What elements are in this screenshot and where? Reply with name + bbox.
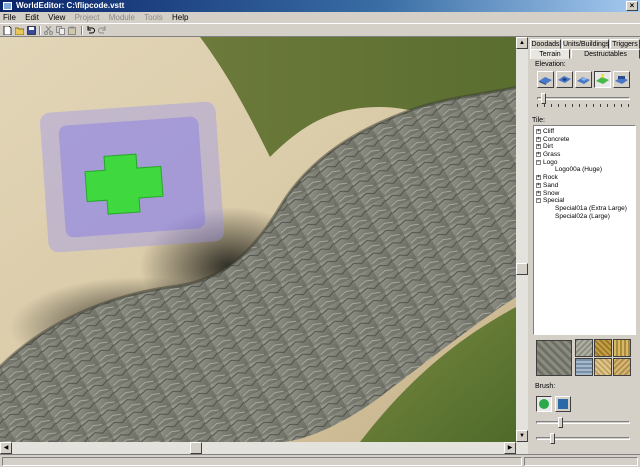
slider-track (536, 421, 630, 424)
terrain-viewport[interactable] (0, 37, 516, 442)
elevation-lower-button[interactable] (556, 71, 573, 88)
tree-row-logo00a[interactable]: Logo00a (Huge) (534, 166, 635, 174)
tile-variant-2[interactable] (594, 339, 612, 357)
elevation-strength-slider[interactable] (537, 93, 630, 107)
tree-row-sand[interactable]: + Sand (534, 182, 635, 190)
terrain-plateau-icon (577, 77, 590, 84)
tree-row-special[interactable]: − Special (534, 197, 635, 205)
tree-row-special01a[interactable]: Special01a (Extra Large) (534, 205, 635, 213)
tile-variant-3[interactable] (613, 339, 631, 357)
redo-icon[interactable] (97, 25, 108, 36)
tree-row-rock[interactable]: + Rock (534, 174, 635, 182)
status-cell-right (524, 457, 638, 466)
slider-track (537, 97, 630, 100)
expand-icon[interactable]: + (536, 175, 541, 181)
brush-size-slider[interactable] (536, 417, 630, 431)
copy-icon[interactable] (55, 25, 66, 36)
expand-icon[interactable]: + (536, 129, 541, 134)
circle-brush-button[interactable] (536, 396, 552, 412)
tile-variant-5[interactable] (594, 358, 612, 376)
slider-knob[interactable] (558, 417, 563, 428)
expand-icon[interactable]: + (536, 182, 541, 188)
tree-row-grass[interactable]: + Grass (534, 151, 635, 159)
status-cell-main (2, 457, 522, 466)
paste-icon[interactable] (67, 25, 78, 36)
new-file-icon[interactable] (2, 25, 13, 36)
tab-destructables[interactable]: Destructables (571, 49, 640, 59)
brush-strength-slider[interactable] (536, 433, 630, 447)
tree-row-dirt[interactable]: + Dirt (534, 143, 635, 151)
tile-variant-1[interactable] (575, 339, 593, 357)
menu-tools[interactable]: Tools (144, 13, 163, 22)
tab-row-top: Doodads Units/Buildings Triggers (530, 39, 640, 49)
square-brush-button[interactable] (555, 396, 571, 412)
tree-row-special02a[interactable]: Special02a (Large) (534, 213, 635, 221)
app-icon (3, 2, 12, 10)
square-brush-icon (558, 399, 568, 409)
collapse-icon[interactable]: − (536, 198, 541, 204)
slider-knob[interactable] (550, 433, 555, 444)
elevation-raise-button[interactable] (537, 71, 554, 88)
tree-row-logo[interactable]: − Logo (534, 159, 635, 167)
tab-terrain[interactable]: Terrain (530, 49, 570, 59)
tile-variant-4[interactable] (575, 358, 593, 376)
scroll-left-button[interactable]: ◀ (0, 442, 12, 454)
expand-icon[interactable]: + (536, 144, 541, 150)
menu-module[interactable]: Module (109, 13, 135, 22)
undo-icon[interactable] (85, 25, 96, 36)
scroll-down-button[interactable]: ▼ (516, 430, 528, 442)
menu-project[interactable]: Project (75, 13, 100, 22)
window-title: WorldEditor: C:\flipcode.vstt (16, 1, 125, 10)
world-editor-window: WorldEditor: C:\flipcode.vstt × File Edi… (0, 0, 640, 467)
elevation-plateau-button[interactable] (575, 71, 592, 88)
tile-tree[interactable]: + Cliff + Concrete + Dirt + Grass − Logo Logo… (533, 125, 636, 335)
elevation-paint-button[interactable] (594, 71, 611, 88)
title-bar: WorldEditor: C:\flipcode.vstt × (0, 0, 640, 12)
open-folder-icon[interactable] (14, 25, 25, 36)
toolbar (0, 23, 640, 37)
toolbar-separator (39, 26, 41, 35)
slider-ticks (537, 104, 630, 107)
menu-file[interactable]: File (3, 13, 16, 22)
menu-view[interactable]: View (48, 13, 65, 22)
circle-brush-icon (539, 399, 549, 409)
tab-doodads[interactable]: Doodads (530, 39, 561, 49)
tree-row-cliff[interactable]: + Cliff (534, 128, 635, 136)
terrain-render (0, 37, 516, 442)
elevation-smooth-button[interactable] (613, 71, 630, 88)
viewport-horizontal-scrollbar[interactable]: ◀ ▶ (0, 442, 528, 454)
viewport-vertical-scrollbar[interactable]: ▲ ▼ (516, 37, 528, 442)
vertical-scroll-thumb[interactable] (516, 263, 528, 275)
tab-row-bottom: Terrain Destructables (530, 49, 640, 59)
menu-help[interactable]: Help (172, 13, 188, 22)
scroll-right-button[interactable]: ▶ (504, 442, 516, 454)
expand-icon[interactable]: + (536, 152, 541, 158)
slider-knob[interactable] (541, 93, 546, 104)
horizontal-scroll-thumb[interactable] (190, 442, 202, 454)
terrain-lower-icon (558, 76, 571, 83)
brush-label: Brush: (535, 383, 556, 390)
tree-row-snow[interactable]: + Snow (534, 190, 635, 198)
cut-icon[interactable] (43, 25, 54, 36)
collapse-icon[interactable]: − (536, 159, 541, 165)
terrain-paint-icon (596, 74, 609, 84)
tile-label: Tile: (532, 117, 545, 124)
terrain-smooth-icon (615, 76, 628, 84)
tab-triggers[interactable]: Triggers (610, 39, 640, 49)
expand-icon[interactable]: + (536, 136, 541, 142)
scroll-up-button[interactable]: ▲ (516, 37, 528, 49)
menu-bar: File Edit View Project Module Tools Help (0, 12, 640, 23)
status-bar (0, 454, 640, 467)
save-icon[interactable] (26, 25, 37, 36)
terrain-raise-icon (539, 77, 552, 85)
menu-edit[interactable]: Edit (25, 13, 39, 22)
tile-variant-6[interactable] (613, 358, 631, 376)
tab-units-buildings[interactable]: Units/Buildings (562, 39, 609, 49)
close-button[interactable]: × (626, 1, 638, 11)
tree-row-concrete[interactable]: + Concrete (534, 136, 635, 144)
expand-icon[interactable]: + (536, 190, 541, 196)
toolbar-separator (81, 26, 83, 35)
elevation-label: Elevation: (535, 61, 566, 68)
selected-tile-preview (536, 340, 572, 376)
